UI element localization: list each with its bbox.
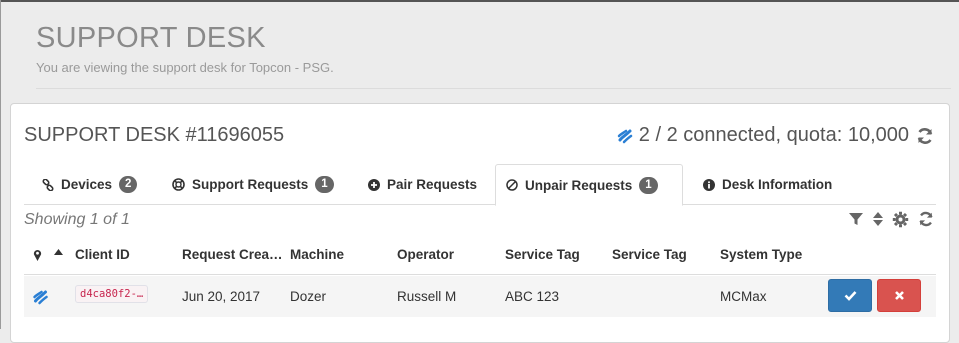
table-tools	[848, 210, 935, 228]
page-subtitle: You are viewing the support desk for Top…	[36, 60, 334, 75]
sort-asc-icon[interactable]	[54, 249, 63, 255]
tab-support-requests[interactable]: Support Requests 1	[162, 164, 344, 205]
tab-count-badge: 2	[119, 176, 138, 193]
client-id-code[interactable]: d4ca80f2-…	[75, 285, 149, 303]
request-created-cell: Jun 20, 2017	[182, 289, 261, 304]
reject-button[interactable]	[877, 279, 921, 312]
column-header-client-id[interactable]: Client ID	[75, 247, 130, 262]
ban-icon	[506, 179, 518, 191]
column-header-request-created[interactable]: Request Crea…	[182, 247, 283, 262]
column-header-service-tag-2[interactable]: Service Tag	[612, 247, 687, 262]
column-header-operator[interactable]: Operator	[397, 247, 454, 262]
support-desk-panel: SUPPORT DESK #11696055 2 / 2 connected, …	[10, 103, 950, 343]
tab-unpair-requests[interactable]: Unpair Requests 1	[495, 164, 683, 206]
sort-icon[interactable]	[872, 211, 884, 227]
tab-devices[interactable]: Devices 2	[32, 164, 147, 205]
system-type-cell: MCMax	[720, 289, 767, 304]
tab-desk-information[interactable]: Desk Information	[693, 164, 842, 205]
window-top-border	[0, 0, 959, 2]
connection-status: 2 / 2 connected, quota: 10,000	[617, 124, 935, 147]
tab-label: Devices	[61, 177, 113, 192]
check-icon	[844, 290, 857, 301]
map-marker-icon[interactable]	[33, 249, 42, 261]
desk-title: SUPPORT DESK #11696055	[24, 124, 285, 146]
window-left-border	[0, 0, 1, 329]
tab-label: Desk Information	[722, 177, 833, 192]
tab-pair-requests[interactable]: Pair Requests	[358, 164, 487, 205]
tab-label: Pair Requests	[387, 177, 478, 192]
column-header-machine[interactable]: Machine	[290, 247, 344, 262]
filter-icon[interactable]	[848, 211, 864, 227]
service-tag-cell: ABC 123	[505, 289, 560, 304]
header-divider	[36, 88, 951, 89]
link-icon	[42, 178, 54, 191]
table-row[interactable]: d4ca80f2-… Jun 20, 2017 Dozer Russell M …	[24, 276, 936, 317]
tab-label: Unpair Requests	[525, 177, 633, 193]
info-circle-icon	[703, 178, 715, 191]
tab-label: Support Requests	[192, 177, 309, 192]
showing-count: Showing 1 of 1	[24, 211, 130, 228]
table-header: Client ID Request Crea… Machine Operator…	[24, 236, 936, 275]
approve-button[interactable]	[828, 279, 872, 312]
page-title: SUPPORT DESK	[36, 22, 266, 54]
teamviewer-icon	[32, 289, 49, 305]
column-header-service-tag[interactable]: Service Tag	[505, 247, 580, 262]
close-icon	[894, 290, 905, 301]
gear-icon[interactable]	[892, 211, 909, 228]
machine-cell: Dozer	[290, 289, 327, 304]
tab-count-badge: 1	[315, 176, 334, 193]
lifebuoy-icon	[172, 178, 185, 191]
teamviewer-icon	[617, 128, 633, 144]
tab-count-badge: 1	[639, 176, 658, 194]
refresh-table-icon[interactable]	[917, 210, 935, 228]
tab-bar: Devices 2 Support Requests 1 Pair Reques…	[24, 164, 936, 206]
connection-text: 2 / 2 connected, quota: 10,000	[638, 124, 909, 146]
column-header-system-type[interactable]: System Type	[720, 247, 802, 262]
refresh-icon[interactable]	[915, 126, 935, 146]
plus-circle-icon	[368, 178, 380, 191]
operator-cell: Russell M	[397, 289, 457, 304]
